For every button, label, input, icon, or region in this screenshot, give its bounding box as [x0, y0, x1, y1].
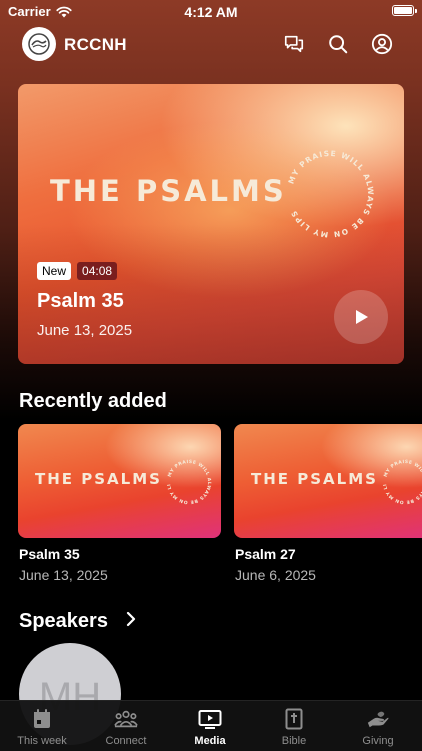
- tab-label: Giving: [362, 735, 394, 747]
- tab-label: Connect: [105, 735, 147, 747]
- new-badge: New: [37, 262, 72, 280]
- tv-play-icon: [198, 708, 222, 730]
- recent-item-thumbnail[interactable]: THE PSALMS MY PRAISE WILL ALWAYS BE ON M…: [234, 424, 422, 538]
- thumbnail-artwork-title: THE PSALMS: [35, 470, 162, 488]
- play-icon: [356, 310, 368, 324]
- app-header: RCCNH: [0, 26, 422, 62]
- battery-icon: [392, 5, 417, 16]
- recent-item-title[interactable]: Psalm 27: [235, 546, 296, 562]
- hero-artwork-ring-text: MY PRAISE WILL ALWAYS BE ON MY LIPS: [286, 149, 375, 239]
- tab-label: This week: [17, 735, 67, 747]
- thumbnail-ring-text: MY PRAISE WILL ALWAYS BE ON MY LIPS: [380, 457, 422, 505]
- chevron-right-icon[interactable]: [124, 611, 138, 627]
- featured-sermon-card[interactable]: THE PSALMS MY PRAISE WILL ALWAYS BE ON M…: [18, 84, 404, 364]
- bible-icon: [282, 708, 306, 730]
- recent-item-date: June 6, 2025: [235, 567, 316, 583]
- hero-artwork-title: THE PSALMS: [50, 174, 287, 208]
- church-logo-icon: [28, 33, 50, 55]
- status-bar: Carrier 4:12 AM: [0, 0, 422, 24]
- tab-giving[interactable]: Giving: [336, 701, 420, 751]
- search-icon[interactable]: [326, 32, 350, 56]
- status-time: 4:12 AM: [184, 4, 238, 20]
- duration-badge: 04:08: [77, 262, 118, 280]
- tab-connect[interactable]: Connect: [84, 701, 168, 751]
- chat-icon[interactable]: [282, 32, 306, 56]
- recent-item-date: June 13, 2025: [19, 567, 108, 583]
- recent-item-title[interactable]: Psalm 35: [19, 546, 80, 562]
- play-button[interactable]: [334, 290, 388, 344]
- speakers-heading[interactable]: Speakers: [19, 610, 108, 633]
- tab-label: Media: [194, 735, 226, 747]
- tab-label: Bible: [281, 735, 307, 747]
- thumbnail-ring-text: MY PRAISE WILL ALWAYS BE ON MY LIPS: [164, 457, 212, 505]
- giving-hand-icon: [366, 708, 390, 730]
- tab-bible[interactable]: Bible: [252, 701, 336, 751]
- svg-text:MY PRAISE WILL ALWAYS BE ON MY: MY PRAISE WILL ALWAYS BE ON MY LIPS: [164, 457, 212, 505]
- tab-this-week[interactable]: This week: [0, 701, 84, 751]
- svg-text:MY PRAISE WILL ALWAYS BE ON MY: MY PRAISE WILL ALWAYS BE ON MY LIPS: [286, 149, 375, 239]
- recent-item-thumbnail[interactable]: THE PSALMS MY PRAISE WILL ALWAYS BE ON M…: [18, 424, 221, 538]
- church-logo[interactable]: [22, 27, 56, 61]
- brand-name: RCCNH: [64, 35, 127, 54]
- tab-bar: This week Connect Media Bible Giving: [0, 700, 422, 751]
- account-icon[interactable]: [370, 32, 394, 56]
- hero-title: Psalm 35: [37, 290, 124, 312]
- calendar-icon: [30, 708, 54, 730]
- people-icon: [114, 708, 138, 730]
- thumbnail-artwork-title: THE PSALMS: [251, 470, 378, 488]
- hero-badges: New 04:08: [37, 262, 118, 280]
- hero-date: June 13, 2025: [37, 322, 133, 339]
- tab-media[interactable]: Media: [168, 701, 252, 751]
- recently-added-heading: Recently added: [19, 390, 167, 412]
- svg-text:MY PRAISE WILL ALWAYS BE ON MY: MY PRAISE WILL ALWAYS BE ON MY LIPS: [380, 457, 422, 505]
